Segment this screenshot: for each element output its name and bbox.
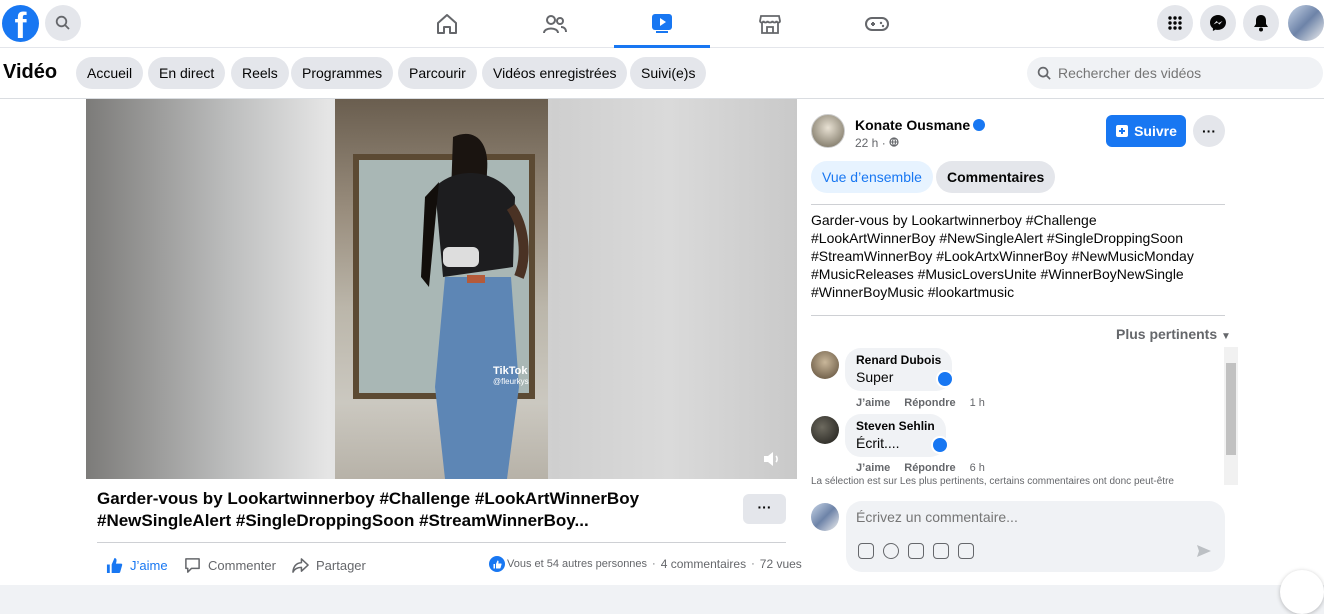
selection-note: La sélection est sur Les plus pertinents… xyxy=(811,476,1174,487)
comment-actions: J’aime Répondre 1 h xyxy=(856,397,985,409)
scroll-thumb[interactable] xyxy=(1226,363,1236,455)
chip-reels[interactable]: Reels xyxy=(231,57,289,89)
new-message-button[interactable] xyxy=(1280,570,1324,614)
comment-button[interactable]: Commenter xyxy=(184,555,276,575)
comments-scrollbar[interactable] xyxy=(1224,347,1238,485)
video-player[interactable]: TikTok @fleurkys xyxy=(86,99,797,479)
comments-count[interactable]: 4 commentaires xyxy=(661,557,746,571)
comment-actions: J’aime Répondre 6 h xyxy=(856,462,985,474)
video-subject xyxy=(421,133,529,479)
comment-bubble: Steven Sehlin Écrit.... xyxy=(845,414,946,457)
search-button[interactable] xyxy=(45,5,81,41)
chip-following[interactable]: Suivi(e)s xyxy=(630,57,707,89)
volume-icon[interactable] xyxy=(762,449,782,469)
tab-comments[interactable]: Commentaires xyxy=(936,161,1056,193)
chip-home[interactable]: Accueil xyxy=(76,57,144,89)
gaming-icon xyxy=(865,17,889,31)
reaction-summary: Vous et 54 autres personnes · 4 commenta… xyxy=(489,556,802,572)
follow-button[interactable]: Suivre xyxy=(1106,115,1186,147)
sticker-icon[interactable] xyxy=(958,543,974,559)
bottom-strip xyxy=(0,585,1324,593)
author-avatar[interactable] xyxy=(811,114,845,148)
chip-browse[interactable]: Parcourir xyxy=(398,57,477,89)
comment-icon xyxy=(185,557,200,573)
commenter-avatar[interactable] xyxy=(811,351,839,379)
caret-down-icon: ▼ xyxy=(1221,331,1231,342)
home-icon xyxy=(437,14,457,34)
tab-overview[interactable]: Vue d’ensemble xyxy=(811,161,933,193)
author-name[interactable]: Konate Ousmane xyxy=(855,117,986,133)
divider xyxy=(97,542,786,543)
comment-input[interactable] xyxy=(856,509,1206,525)
marketplace-icon xyxy=(759,15,781,34)
top-bar: f xyxy=(0,0,1324,48)
nav-gaming[interactable] xyxy=(829,0,925,48)
comment-composer[interactable] xyxy=(846,501,1225,572)
comment-like-icon xyxy=(936,370,954,388)
facebook-logo[interactable]: f xyxy=(2,5,39,42)
emoji-icon[interactable] xyxy=(883,543,899,559)
reactions-text[interactable]: Vous et 54 autres personnes xyxy=(507,558,647,570)
nav-marketplace[interactable] xyxy=(722,0,818,48)
share-icon xyxy=(292,557,309,573)
messenger-button[interactable] xyxy=(1200,5,1236,41)
comment-sort-dropdown[interactable]: Plus pertinents ▼ xyxy=(1116,326,1231,342)
avatar-sticker-icon[interactable] xyxy=(858,543,874,559)
video-search-input[interactable] xyxy=(1058,65,1298,81)
video-more-button[interactable]: ··· xyxy=(743,494,786,524)
friends-icon xyxy=(543,15,567,34)
page-title: Vidéo xyxy=(3,61,58,83)
menu-grid-icon xyxy=(1168,16,1182,30)
search-icon xyxy=(55,15,70,30)
views-count: 72 vues xyxy=(759,557,802,571)
messenger-icon xyxy=(1210,15,1226,31)
video-title: Garder-vous by Lookartwinnerboy #Challen… xyxy=(97,489,640,530)
nav-home[interactable] xyxy=(399,0,495,48)
camera-icon[interactable] xyxy=(908,543,924,559)
send-icon[interactable] xyxy=(1196,543,1212,559)
watch-icon xyxy=(652,13,672,33)
menu-button[interactable] xyxy=(1157,5,1193,41)
comment-like-icon xyxy=(931,436,949,454)
thumbs-up-icon xyxy=(106,557,123,573)
like-button[interactable]: J’aime xyxy=(106,555,168,575)
chip-live[interactable]: En direct xyxy=(148,57,226,89)
divider xyxy=(811,204,1225,205)
main-content: TikTok @fleurkys Garder-vous by Lookartw… xyxy=(0,99,1324,585)
account-avatar[interactable] xyxy=(1288,5,1324,41)
share-button[interactable]: Partager xyxy=(292,555,366,575)
search-icon xyxy=(1037,66,1051,80)
sidebar-more-button[interactable]: ··· xyxy=(1193,115,1225,147)
follow-icon xyxy=(1116,125,1129,137)
globe-icon xyxy=(889,137,899,147)
comment-bubble: Renard Dubois Super xyxy=(845,348,953,391)
video-subnav: Vidéo Accueil En direct Reels Programmes… xyxy=(0,48,1324,99)
my-avatar xyxy=(811,503,839,531)
comment-list: Renard Dubois Super J’aime Répondre 1 h St… xyxy=(811,347,1238,487)
nav-watch[interactable] xyxy=(614,0,710,48)
post-time: 22 h · xyxy=(855,136,899,150)
divider xyxy=(811,315,1225,316)
tiktok-watermark: TikTok @fleurkys xyxy=(493,365,529,386)
nav-friends[interactable] xyxy=(507,0,603,48)
commenter-avatar[interactable] xyxy=(811,416,839,444)
chip-shows[interactable]: Programmes xyxy=(291,57,394,89)
post-description: Garder-vous by Lookartwinnerboy #Challen… xyxy=(811,212,1194,300)
video-search[interactable] xyxy=(1027,57,1323,89)
video-frame: TikTok @fleurkys xyxy=(335,99,548,479)
chip-saved-videos[interactable]: Vidéos enregistrées xyxy=(482,57,628,89)
verified-badge-icon xyxy=(973,119,986,131)
composer-tools xyxy=(858,543,974,559)
gif-icon[interactable] xyxy=(933,543,949,559)
notifications-button[interactable] xyxy=(1243,5,1279,41)
like-reaction-icon xyxy=(489,556,505,572)
notifications-icon xyxy=(1254,15,1268,32)
